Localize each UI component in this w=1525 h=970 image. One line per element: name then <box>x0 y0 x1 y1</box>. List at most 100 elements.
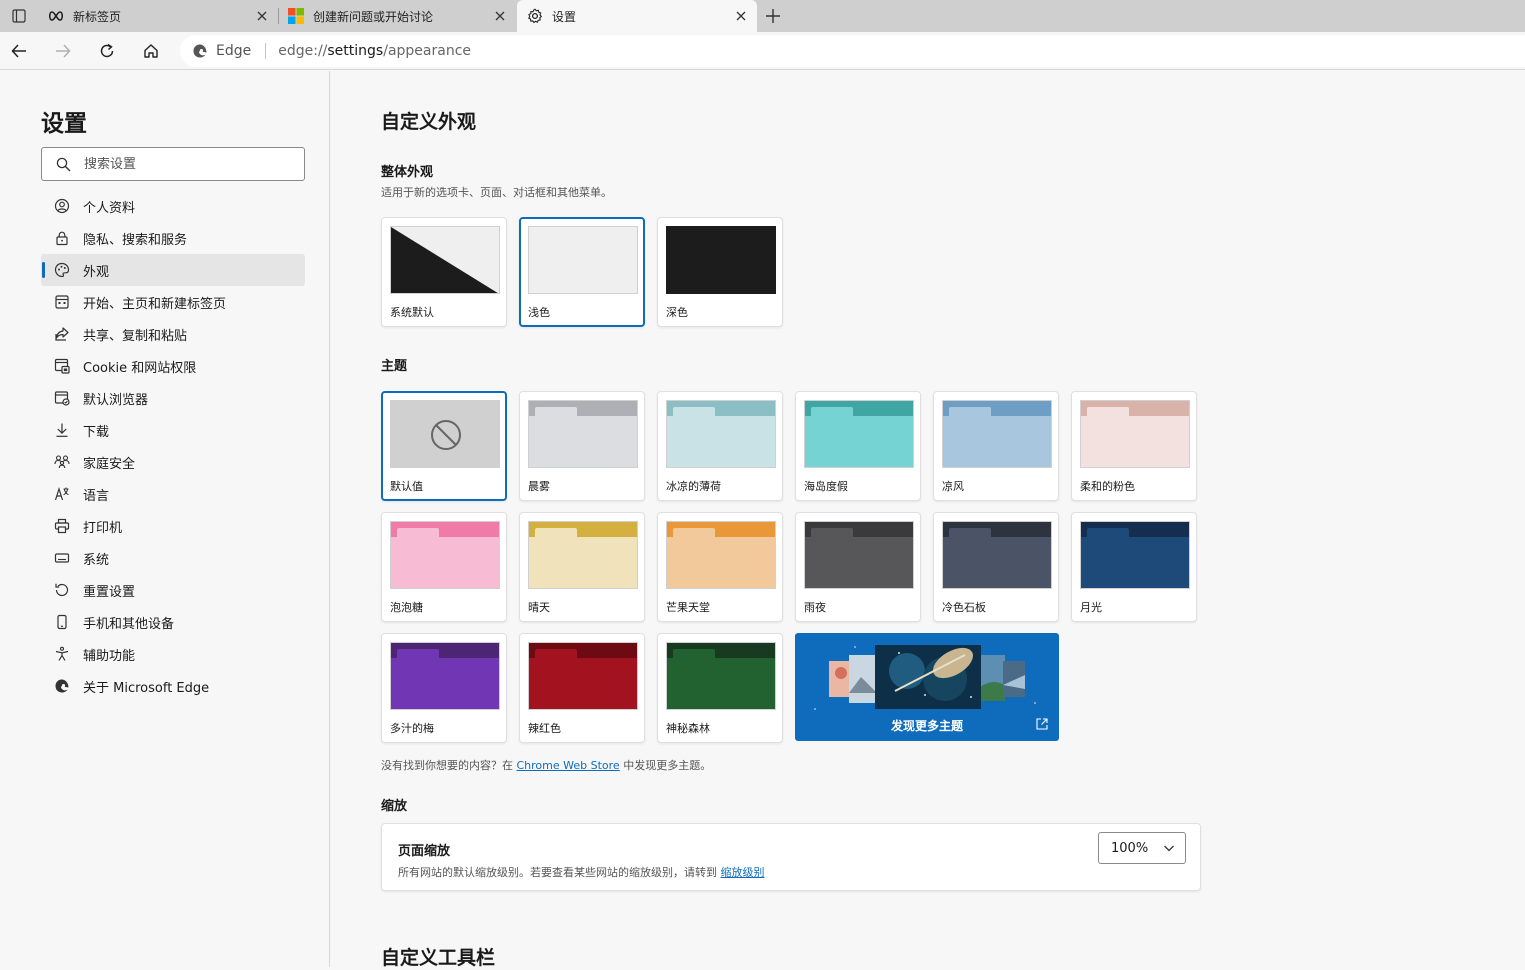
folder-illustration <box>805 401 913 467</box>
tab-close-button[interactable] <box>729 4 753 28</box>
theme-label: 晴天 <box>528 601 550 614</box>
sidebar-item-downloads[interactable]: 下载 <box>41 414 305 446</box>
theme-body <box>1081 416 1189 467</box>
theme-option[interactable]: 默认值 <box>381 391 507 501</box>
theme-option[interactable]: 雨夜 <box>795 512 921 622</box>
tab-actions-button[interactable] <box>0 0 38 32</box>
theme-preview <box>666 521 776 589</box>
folder-illustration <box>391 643 499 709</box>
theme-option[interactable]: 神秘森林 <box>657 633 783 743</box>
theme-option[interactable]: 柔和的粉色 <box>1071 391 1197 501</box>
theme-preview <box>528 521 638 589</box>
sidebar-item-label: 默认浏览器 <box>83 392 149 408</box>
tab-close-button[interactable] <box>488 4 512 28</box>
sidebar-item-cookies[interactable]: Cookie 和网站权限 <box>41 350 305 382</box>
palette-icon <box>53 261 71 279</box>
folder-illustration <box>529 401 637 467</box>
page-zoom-select[interactable]: 100% <box>1098 832 1186 864</box>
refresh-button[interactable] <box>93 37 121 65</box>
sidebar-item-appearance[interactable]: 外观 <box>41 254 305 286</box>
theme-option[interactable]: 晨雾 <box>519 391 645 501</box>
theme-body <box>667 658 775 709</box>
theme-label: 神秘森林 <box>666 722 710 735</box>
zoom-levels-link[interactable]: 缩放级别 <box>721 866 765 879</box>
theme-option[interactable]: 多汁的梅 <box>381 633 507 743</box>
site-info[interactable]: Edge <box>180 43 251 59</box>
search-box[interactable] <box>41 147 305 181</box>
theme-label: 芒果天堂 <box>666 601 710 614</box>
external-link-icon <box>1036 718 1048 730</box>
sidebar-item-start-home[interactable]: 开始、主页和新建标签页 <box>41 286 305 318</box>
close-icon <box>495 11 505 21</box>
tab-settings[interactable]: 设置 <box>517 0 757 32</box>
family-icon <box>53 453 71 471</box>
home-button[interactable] <box>137 37 165 65</box>
sidebar-item-privacy[interactable]: 隐私、搜索和服务 <box>41 222 305 254</box>
back-button[interactable] <box>5 37 33 65</box>
plus-icon <box>766 9 780 23</box>
theme-option[interactable]: 冰凉的薄荷 <box>657 391 783 501</box>
infinity-icon <box>48 8 64 24</box>
sidebar-item-about[interactable]: 关于 Microsoft Edge <box>41 670 305 702</box>
settings-main: 自定义外观 整体外观 适用于新的选项卡、页面、对话框和其他菜单。 系统默认 浅色… <box>331 71 1525 969</box>
theme-option[interactable]: 冷色石板 <box>933 512 1059 622</box>
theme-body <box>391 537 499 588</box>
folder-illustration <box>667 522 775 588</box>
address-divider <box>265 43 267 59</box>
chevron-down-icon <box>1164 845 1174 852</box>
lock-icon <box>53 229 71 247</box>
tab-title: 创建新问题或开始讨论 <box>313 9 434 24</box>
new-tab-button[interactable] <box>761 4 785 28</box>
tab-close-button[interactable] <box>250 4 274 28</box>
discover-more-themes-card[interactable]: 发现更多主题 <box>795 633 1059 741</box>
url-text[interactable]: edge://settings/appearance <box>278 43 471 59</box>
option-label: 深色 <box>666 306 688 319</box>
option-label: 系统默认 <box>390 306 434 319</box>
theme-label: 柔和的粉色 <box>1080 480 1135 493</box>
sidebar-item-reset[interactable]: 重置设置 <box>41 574 305 606</box>
sidebar-item-profile[interactable]: 个人资料 <box>41 190 305 222</box>
appearance-option-system[interactable]: 系统默认 <box>381 217 507 327</box>
zoom-heading: 缩放 <box>381 799 408 814</box>
theme-option[interactable]: 辣红色 <box>519 633 645 743</box>
address-bar[interactable]: Edge edge://settings/appearance <box>180 35 1525 67</box>
theme-option[interactable]: 凉风 <box>933 391 1059 501</box>
appearance-option-dark[interactable]: 深色 <box>657 217 783 327</box>
appearance-option-light[interactable]: 浅色 <box>519 217 645 327</box>
theme-label: 默认值 <box>390 480 423 493</box>
sidebar-item-printers[interactable]: 打印机 <box>41 510 305 542</box>
sidebar-item-family[interactable]: 家庭安全 <box>41 446 305 478</box>
theme-option[interactable]: 晴天 <box>519 512 645 622</box>
sidebar-item-share[interactable]: 共享、复制和粘贴 <box>41 318 305 350</box>
reset-icon <box>53 581 71 599</box>
url-host: settings <box>327 43 384 59</box>
theme-option[interactable]: 海岛度假 <box>795 391 921 501</box>
theme-option[interactable]: 芒果天堂 <box>657 512 783 622</box>
theme-option[interactable]: 泡泡糖 <box>381 512 507 622</box>
page-title: 自定义外观 <box>381 111 477 133</box>
chrome-web-store-link[interactable]: Chrome Web Store <box>517 759 620 772</box>
option-label: 浅色 <box>528 306 550 319</box>
url-path: /appearance <box>383 43 472 59</box>
tab-new-tab[interactable]: 新标签页 <box>38 0 278 32</box>
sidebar-item-label: 下载 <box>83 424 110 440</box>
forward-button[interactable] <box>49 37 77 65</box>
home-grid-icon <box>53 293 71 311</box>
sidebar-item-language[interactable]: 语言 <box>41 478 305 510</box>
tab-title: 新标签页 <box>73 9 122 24</box>
arrow-left-icon <box>11 44 26 58</box>
share-icon <box>53 325 71 343</box>
tab-create-issue[interactable]: 创建新问题或开始讨论 <box>278 0 516 32</box>
sidebar-item-accessibility[interactable]: 辅助功能 <box>41 638 305 670</box>
theme-body <box>1081 537 1189 588</box>
sidebar-item-phone[interactable]: 手机和其他设备 <box>41 606 305 638</box>
search-input[interactable] <box>84 156 284 172</box>
customize-toolbar-heading: 自定义工具栏 <box>381 947 496 969</box>
theme-option[interactable]: 月光 <box>1071 512 1197 622</box>
sidebar-item-label: 个人资料 <box>83 200 136 216</box>
discover-more-themes-label: 发现更多主题 <box>890 719 963 733</box>
no-theme-icon <box>431 420 461 450</box>
sidebar-item-system[interactable]: 系统 <box>41 542 305 574</box>
themes-heading: 主题 <box>381 359 408 374</box>
sidebar-item-default-browser[interactable]: 默认浏览器 <box>41 382 305 414</box>
